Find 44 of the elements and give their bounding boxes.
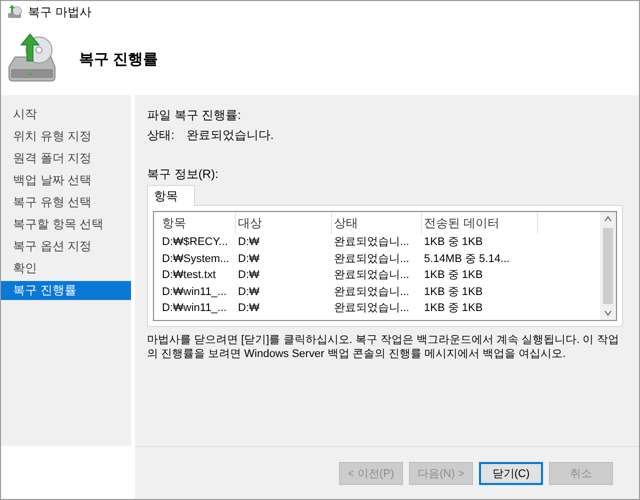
wizard-icon <box>7 4 23 20</box>
items-tab[interactable]: 항목 <box>147 185 195 206</box>
progress-title: 파일 복구 진행률: <box>147 107 242 124</box>
status-value: 완료되었습니다. <box>186 127 274 144</box>
column-header[interactable]: 항목 <box>160 212 236 234</box>
status-label: 상태: <box>147 127 174 144</box>
table-cell-text: 1KB 중 1KB <box>423 235 484 250</box>
wizard-step[interactable]: 시작 <box>1 105 131 124</box>
table-cell-text: 5.14MB 중 5.14... <box>423 252 511 266</box>
table-cell-text: D:₩ <box>237 284 260 300</box>
table-cell-text: D:₩win11_... <box>161 301 228 316</box>
table-cell-text: D:₩test.txt <box>161 268 217 283</box>
column-header[interactable]: 대상 <box>236 212 332 234</box>
table-cell-text: 완료되었습니... <box>333 235 410 250</box>
wizard-step[interactable]: 복구 옵션 지정 <box>1 237 131 256</box>
table-cell-text: D:₩ <box>237 301 260 316</box>
wizard-step[interactable]: 원격 폴더 지정 <box>1 149 131 168</box>
wizard-step[interactable]: 복구할 항목 선택 <box>1 215 131 234</box>
table-cell-text: 완료되었습니... <box>333 252 410 266</box>
table-cell-text: D:₩ <box>237 252 260 266</box>
table-cell-text: 1KB 중 1KB <box>423 301 484 316</box>
table-cell-text: 1KB 중 1KB <box>423 268 484 283</box>
wizard-step[interactable]: 복구 유형 선택 <box>1 193 131 212</box>
wizard-step[interactable]: 확인 <box>1 259 131 278</box>
table-cell-text: D:₩$RECY... <box>161 235 229 250</box>
table-cell-text: D:₩System... <box>161 252 230 266</box>
column-header[interactable]: 상태 <box>332 212 422 234</box>
wizard-step[interactable]: 백업 날짜 선택 <box>1 171 131 190</box>
wizard-step[interactable]: 위치 유형 지정 <box>1 127 131 146</box>
scrollbar[interactable] <box>600 212 616 320</box>
wizard-button[interactable]: 닫기(C) <box>479 462 543 484</box>
table-cell-text: 완료되었습니... <box>333 268 410 283</box>
table-cell-text: D:₩win11_... <box>161 284 228 300</box>
wizard-step[interactable]: 복구 진행률 <box>1 281 131 300</box>
column-header[interactable]: 전송된 데이터 <box>422 212 538 234</box>
table-cell-text: 완료되었습니... <box>333 284 410 300</box>
table-cell-text: 완료되었습니... <box>333 301 410 316</box>
description-text: 마법사를 닫으려면 [닫기]를 클릭하십시오. 복구 작업은 백그라운드에서 계속 실행됩니다. 이 작업의 진행률을 보려면 Windows Server 백업 콘솔의 진행률 메시지에서 백업을 여십시오. <box>147 333 620 361</box>
window-title: 복구 마법사 <box>28 4 92 20</box>
info-label: 복구 정보(R): <box>147 166 220 183</box>
table-cell-text: D:₩ <box>237 268 260 283</box>
table-cell-text: D:₩ <box>237 235 260 250</box>
table-cell-text: 1KB 중 1KB <box>423 284 484 300</box>
page-heading: 복구 진행률 <box>79 50 158 68</box>
